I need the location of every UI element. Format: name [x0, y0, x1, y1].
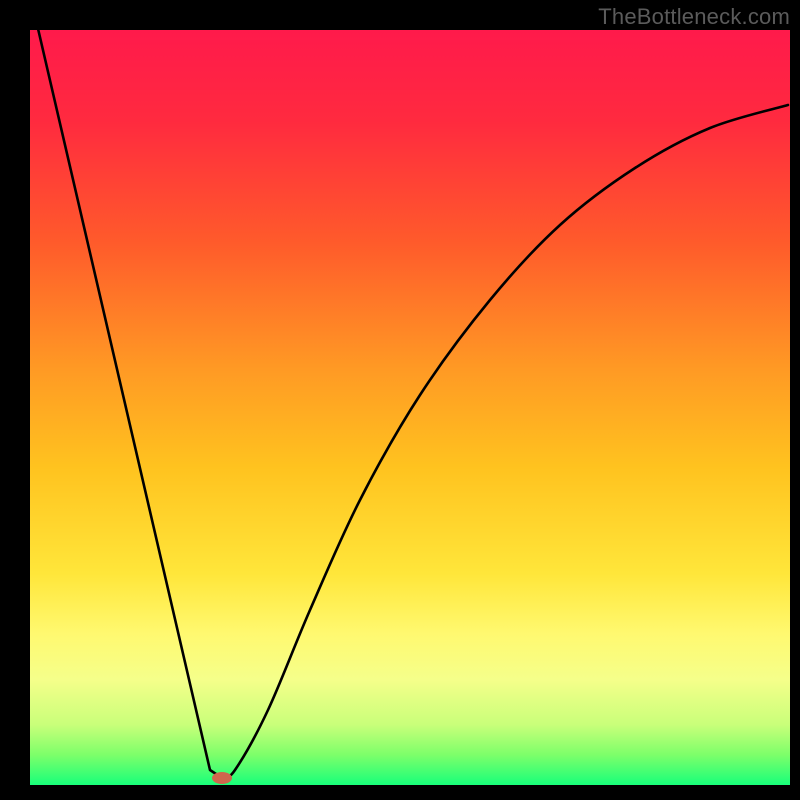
bottleneck-chart: [0, 0, 800, 800]
watermark-text: TheBottleneck.com: [598, 4, 790, 30]
chart-frame: TheBottleneck.com: [0, 0, 800, 800]
minimum-marker: [212, 772, 232, 784]
